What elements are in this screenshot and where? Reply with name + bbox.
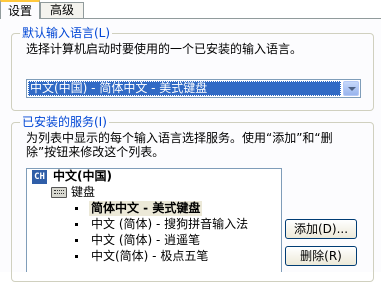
tab-settings[interactable]: 设置 — [0, 0, 40, 19]
tree-item[interactable]: 中文(简体) - 极点五笔 — [91, 249, 208, 264]
default-language-description: 选择计算机启动时要使用的一个已安装的输入语言。 — [26, 42, 303, 56]
default-language-title: 默认输入语言(L) — [20, 26, 113, 40]
tab-advanced[interactable]: 高级 — [40, 2, 84, 18]
installed-services-description-line2: 除”按钮来修改这个列表。 — [26, 145, 165, 159]
bullet-icon — [75, 223, 78, 226]
keyboard-icon — [51, 187, 67, 198]
bullet-icon — [75, 207, 78, 210]
tree-item[interactable]: 中文 (简体) - 搜狗拼音输入法 — [91, 217, 248, 232]
remove-button[interactable]: 删除(R) — [285, 246, 357, 266]
tab-strip: 设置 高级 — [0, 0, 381, 272]
tree-item[interactable]: 中文 (简体) - 逍遥笔 — [91, 233, 200, 248]
language-badge-icon: CH — [32, 170, 47, 184]
tree-language[interactable]: 中文(中国) — [53, 169, 112, 184]
default-language-selected: 中文(中国) - 简体中文 - 美式键盘 — [28, 81, 341, 96]
default-language-select[interactable]: 中文(中国) - 简体中文 - 美式键盘 — [26, 79, 361, 98]
services-tree[interactable]: CH 中文(中国) 键盘 简体中文 - 美式键盘 中文 (简体) - 搜狗拼音输… — [26, 168, 282, 272]
bullet-icon — [75, 239, 78, 242]
tree-item[interactable]: 简体中文 - 美式键盘 — [89, 201, 203, 216]
chevron-down-icon[interactable] — [343, 81, 359, 96]
installed-services-title: 已安装的服务(I) — [20, 115, 109, 129]
add-button[interactable]: 添加(D)... — [285, 219, 357, 239]
bullet-icon — [75, 255, 78, 258]
tree-category-keyboard[interactable]: 键盘 — [71, 185, 95, 200]
installed-services-description-line1: 为列表中显示的每个输入语言选择服务。使用“添加”和“删 — [26, 131, 333, 145]
